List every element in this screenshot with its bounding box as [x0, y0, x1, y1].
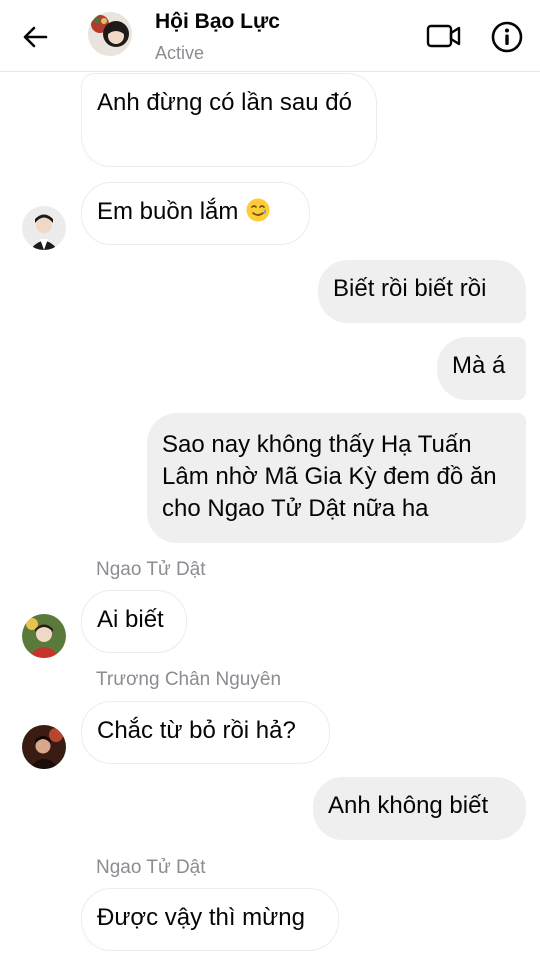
message-bubble[interactable]: Được vậy thì mừng: [81, 888, 339, 951]
avatar[interactable]: [22, 725, 66, 769]
message-bubble[interactable]: Em buồn lắm: [81, 182, 310, 245]
smiling-face-with-tear-icon: [246, 198, 270, 222]
message-text: Được vậy thì mừng: [97, 904, 305, 931]
message-text: Ai biết: [97, 606, 164, 633]
message-bubble[interactable]: Biết rồi biết rồi: [318, 260, 526, 323]
message-text: Chắc từ bỏ rồi hả?: [97, 717, 296, 744]
message-bubble[interactable]: Ai biết: [81, 590, 187, 653]
group-avatar[interactable]: [88, 12, 132, 56]
avatar[interactable]: [22, 614, 66, 658]
avatar[interactable]: [22, 206, 66, 250]
message-text: Anh đừng có lần sau đó: [97, 89, 352, 116]
message-text: Em buồn lắm: [97, 198, 239, 225]
sender-name: Trương Chân Nguyên: [96, 669, 282, 690]
message-bubble[interactable]: Anh không biết: [313, 777, 526, 840]
message-bubble[interactable]: Mà á: [437, 337, 526, 400]
info-button[interactable]: [487, 17, 527, 57]
back-button[interactable]: [16, 20, 54, 54]
arrow-left-icon: [23, 26, 48, 48]
active-status: Active: [155, 43, 205, 63]
message-bubble[interactable]: Sao nay không thấy Hạ Tuấn Lâm nhờ Mã Gi…: [147, 413, 526, 543]
message-bubble[interactable]: Anh đừng có lần sau đó: [81, 73, 377, 167]
info-icon: [491, 21, 523, 53]
sender-name: Ngao Tử Dật: [96, 559, 206, 580]
message-text: Anh không biết: [328, 792, 489, 819]
video-call-button[interactable]: [424, 20, 464, 52]
message-bubble[interactable]: Chắc từ bỏ rồi hả?: [81, 701, 330, 764]
chat-title[interactable]: Hội Bạo Lực: [155, 10, 280, 34]
message-text: Mà á: [452, 352, 506, 379]
message-text: Sao nay không thấy Hạ Tuấn Lâm nhờ Mã Gi…: [162, 431, 497, 522]
video-camera-icon: [426, 24, 461, 48]
message-text: Biết rồi biết rồi: [333, 275, 487, 302]
sender-name: Ngao Tử Dật: [96, 857, 206, 878]
chat-header: Hội Bạo Lực Active: [0, 0, 540, 72]
